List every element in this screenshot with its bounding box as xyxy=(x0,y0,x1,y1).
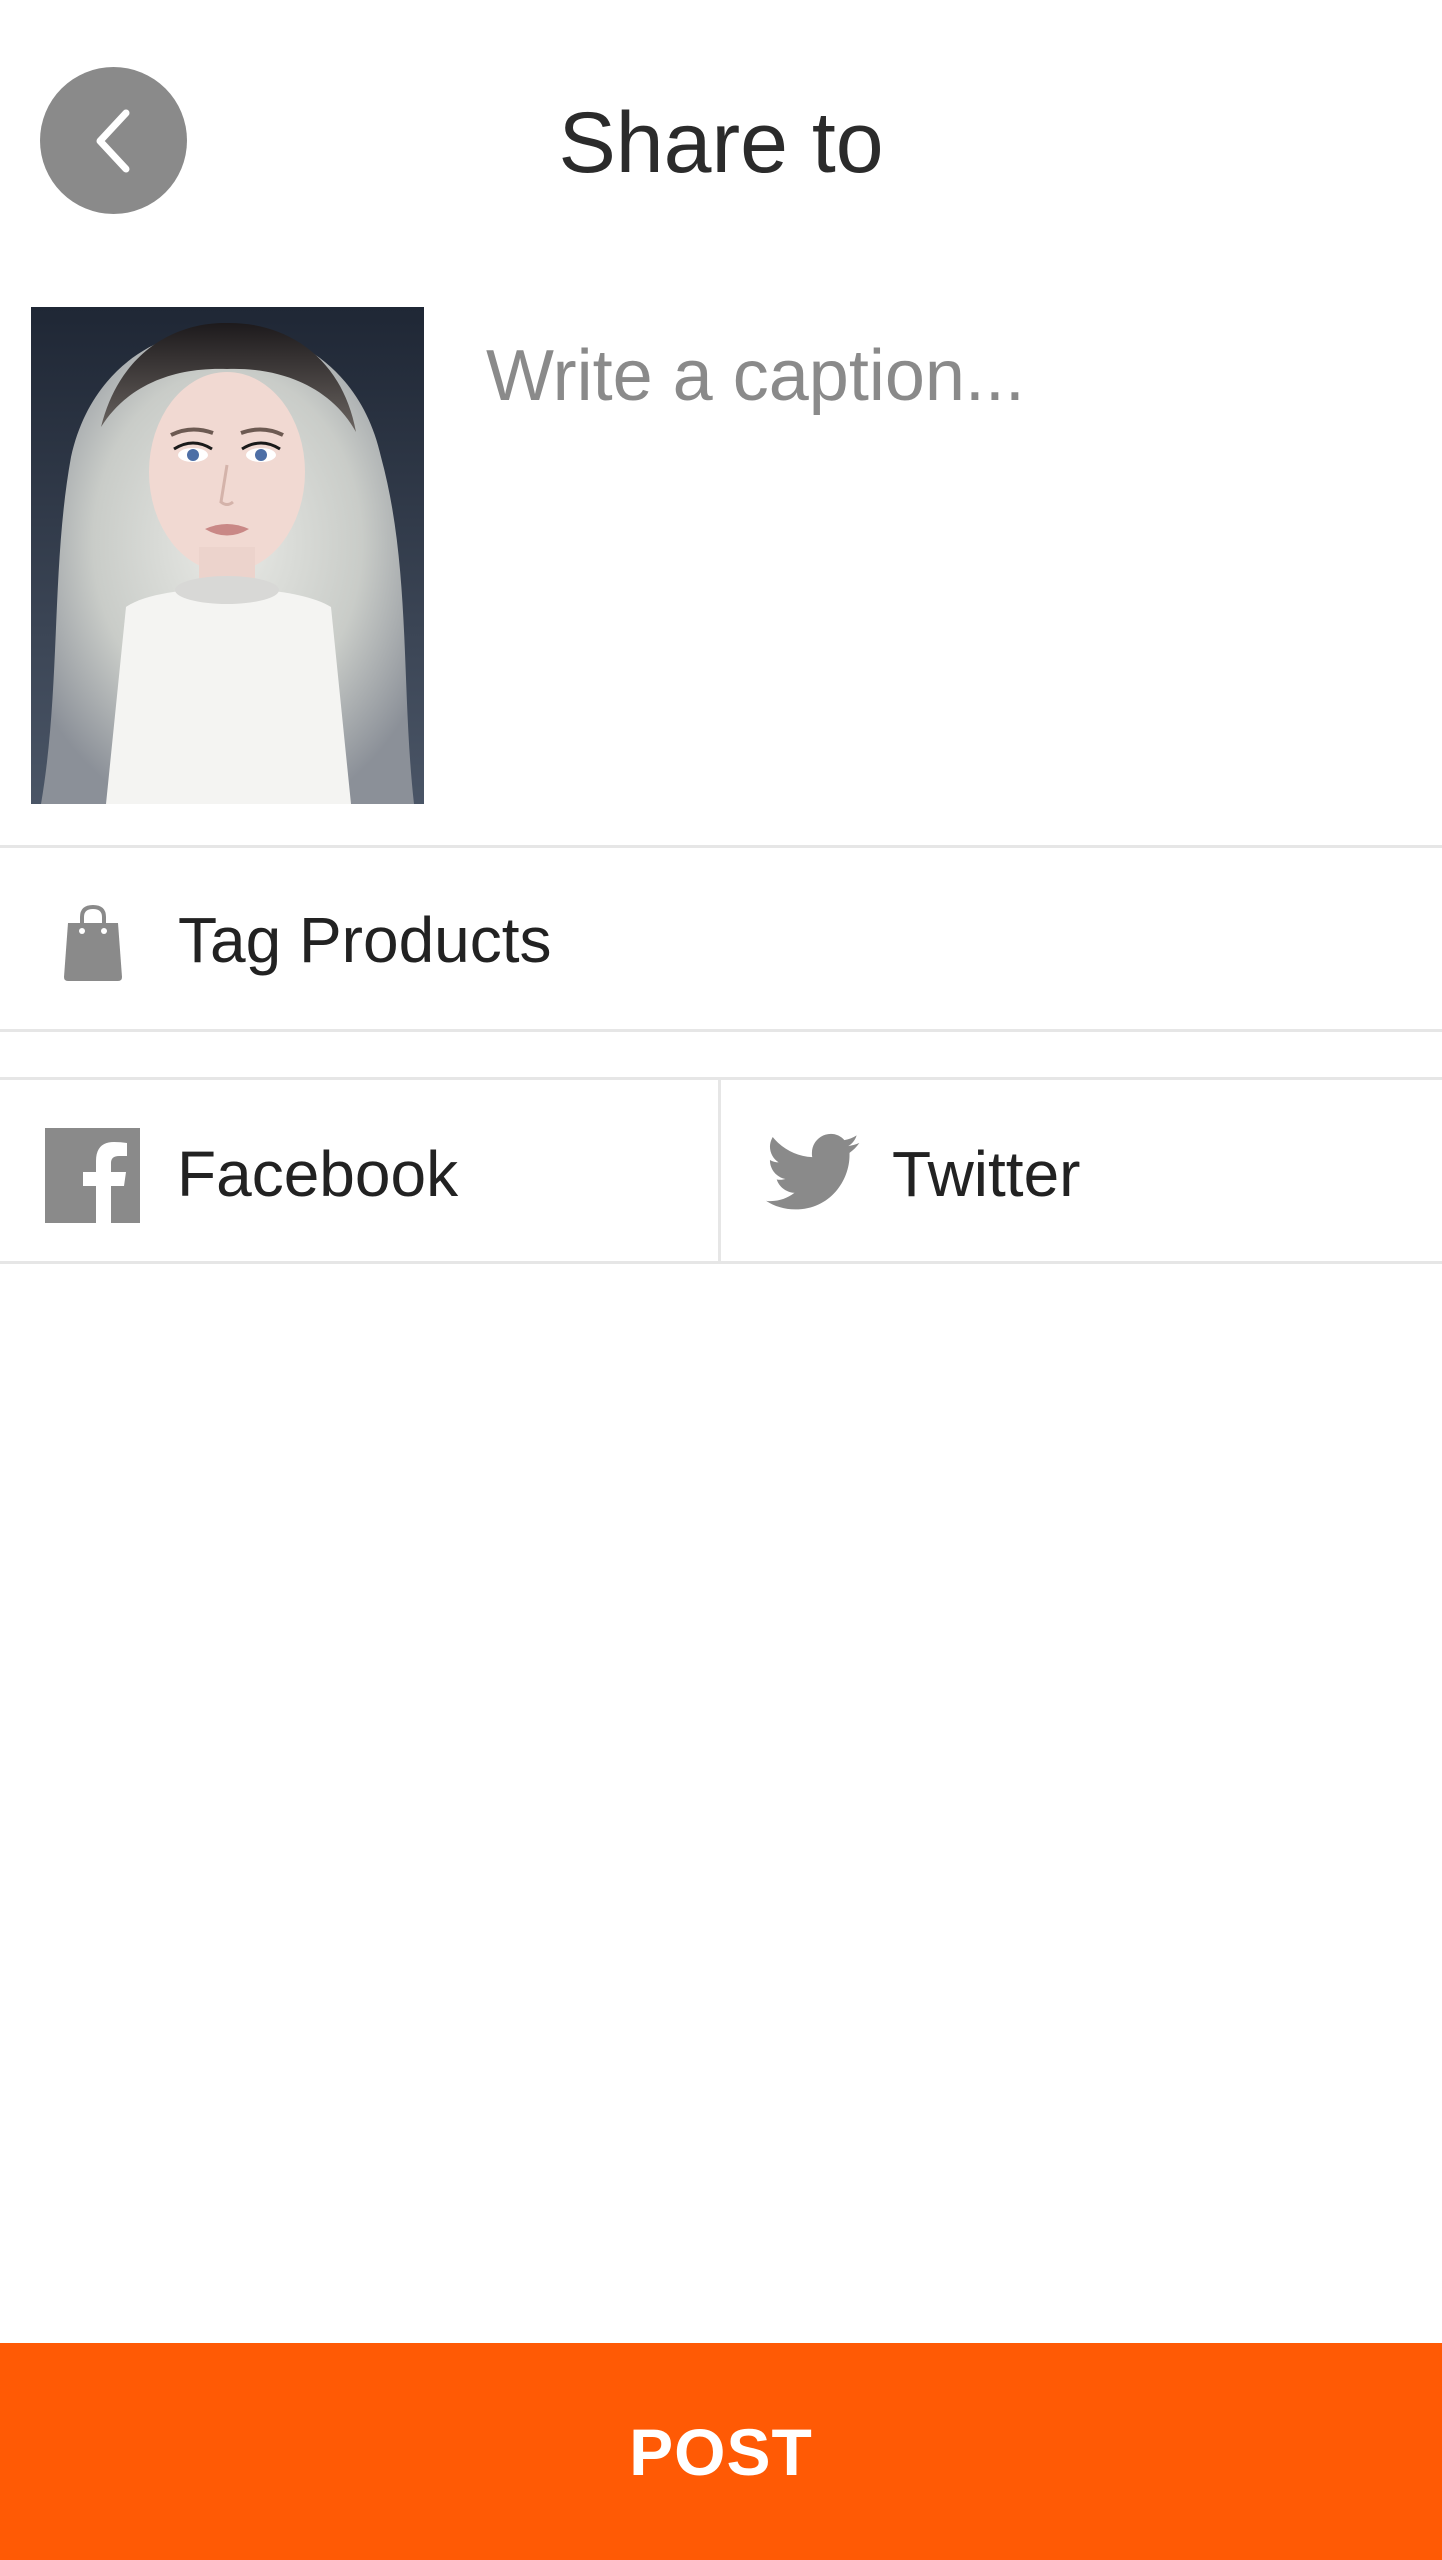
page-title: Share to xyxy=(558,95,884,191)
twitter-icon xyxy=(766,1133,860,1210)
share-twitter-button[interactable]: Twitter xyxy=(721,1080,1442,1261)
shopping-bag-icon xyxy=(64,904,122,981)
header: Share to xyxy=(0,0,1442,280)
facebook-icon xyxy=(45,1128,140,1223)
share-screen: Share to Write a caption... Tag Products… xyxy=(0,0,1442,2560)
twitter-label: Twitter xyxy=(892,1138,1081,1210)
share-options: Facebook Twitter xyxy=(0,1077,1442,1264)
caption-input[interactable] xyxy=(486,330,1406,780)
photo-thumbnail xyxy=(31,307,424,804)
tag-products-row[interactable]: Tag Products xyxy=(0,848,1442,1032)
facebook-label: Facebook xyxy=(177,1138,459,1210)
tag-products-label: Tag Products xyxy=(178,904,552,976)
portrait-image xyxy=(31,307,424,804)
post-button[interactable]: POST xyxy=(0,2343,1442,2560)
composer xyxy=(0,280,1442,848)
share-facebook-button[interactable]: Facebook xyxy=(0,1080,721,1261)
